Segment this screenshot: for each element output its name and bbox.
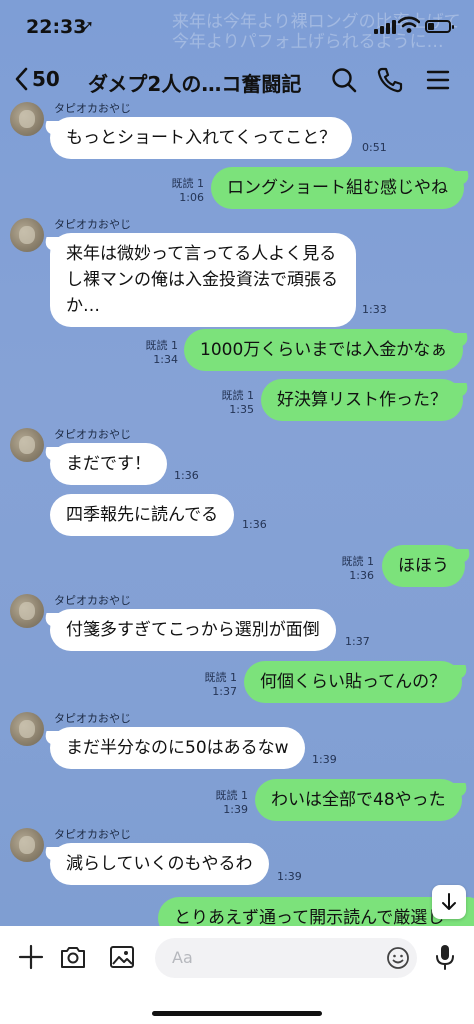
sender-name: タピオカおやじ (54, 428, 131, 441)
message-time: 1:36 (349, 569, 374, 582)
image-icon[interactable] (107, 942, 137, 972)
unread-count: 50 (32, 67, 60, 91)
status-time: 22:33 (26, 16, 87, 38)
sender-name: タピオカおやじ (54, 218, 131, 231)
chat-header: 50 ダメプ2人の…コ奮闘記 (4) (0, 52, 474, 106)
menu-icon[interactable] (424, 66, 452, 94)
message-bubble[interactable]: 何個くらい貼ってんの？ (244, 661, 463, 703)
battery-icon (425, 20, 454, 33)
message-time: 1:39 (223, 803, 248, 816)
sender-name: タピオカおやじ (54, 712, 131, 725)
avatar[interactable] (10, 594, 44, 628)
input-placeholder: Aa (172, 948, 193, 967)
message-time: 1:34 (153, 353, 178, 366)
avatar[interactable] (10, 428, 44, 462)
message-time: 1:06 (179, 191, 204, 204)
wifi-icon (398, 16, 420, 33)
message-bubble[interactable]: ほほう (382, 545, 465, 587)
message-bubble[interactable]: 1000万くらいまでは入金かなぁ (184, 329, 464, 371)
message-bubble[interactable]: まだです！ (50, 443, 167, 485)
scroll-to-bottom-button[interactable] (432, 885, 466, 919)
chat-title[interactable]: ダメプ2人の…コ奮闘記 (4) (88, 68, 310, 97)
message-bubble[interactable]: 来年は微妙って言ってる人よく見るし裸マンの俺は入金投資法で頑張るか… (50, 233, 356, 327)
cellular-signal-icon (374, 20, 396, 34)
message-time: 1:33 (362, 303, 387, 316)
message-list[interactable]: タピオカおやじ もっとショート入れてくってこと？ 0:51 既読 1 1:06 … (0, 100, 474, 926)
message-bubble[interactable]: ロングショート組む感じやね (211, 167, 464, 209)
sender-name: タピオカおやじ (54, 102, 131, 115)
message-time: 1:37 (345, 635, 370, 648)
sender-name: タピオカおやじ (54, 828, 131, 841)
avatar[interactable] (10, 712, 44, 746)
message-bubble[interactable]: とりあえず通って開示読んで厳選し (158, 897, 474, 926)
message-bubble[interactable]: まだ半分なのに50はあるなw (50, 727, 305, 769)
search-icon[interactable] (330, 66, 358, 94)
message-time: 1:37 (212, 685, 237, 698)
message-bubble[interactable]: もっとショート入れてくってこと？ (50, 117, 353, 159)
camera-icon[interactable] (58, 942, 88, 972)
home-indicator (152, 1011, 322, 1016)
message-bubble[interactable]: 好決算リスト作った？ (261, 379, 463, 421)
read-receipt: 既読 1 (204, 671, 238, 684)
message-input[interactable]: Aa (155, 938, 417, 978)
sender-name: タピオカおやじ (54, 594, 131, 607)
read-receipt: 既読 1 (215, 789, 249, 802)
message-bubble[interactable]: 四季報先に読んでる (50, 494, 235, 536)
message-time: 0:51 (362, 141, 387, 154)
avatar[interactable] (10, 102, 44, 136)
avatar[interactable] (10, 218, 44, 252)
location-arrow-icon: ➚ (82, 18, 94, 34)
message-time: 1:35 (229, 403, 254, 416)
phone-icon[interactable] (376, 66, 404, 94)
message-input-bar: Aa (0, 926, 474, 1024)
read-receipt: 既読 1 (221, 389, 255, 402)
message-bubble[interactable]: 減らしていくのもやるわ (50, 843, 269, 885)
message-time: 1:36 (174, 469, 199, 482)
back-chevron-icon (15, 67, 28, 91)
avatar[interactable] (10, 828, 44, 862)
microphone-icon[interactable] (430, 942, 460, 972)
message-bubble[interactable]: 付箋多すぎてこっから選別が面倒 (50, 609, 336, 651)
read-receipt: 既読 1 (171, 177, 205, 190)
message-bubble[interactable]: わいは全部で48やった (255, 779, 462, 821)
message-time: 1:39 (277, 870, 302, 883)
plus-icon[interactable] (16, 942, 46, 972)
scroll-down-arrow-icon (442, 893, 456, 910)
read-receipt: 既読 1 (341, 555, 375, 568)
back-button[interactable]: 50 (14, 62, 60, 96)
read-receipt: 既読 1 (145, 339, 179, 352)
message-time: 1:36 (242, 518, 267, 531)
message-time: 1:39 (312, 753, 337, 766)
status-bar: 来年は今年より裸ロングの比率上げて今年よりパフォ上げられるように… 22:33 … (0, 0, 474, 52)
emoji-icon[interactable] (386, 946, 410, 970)
